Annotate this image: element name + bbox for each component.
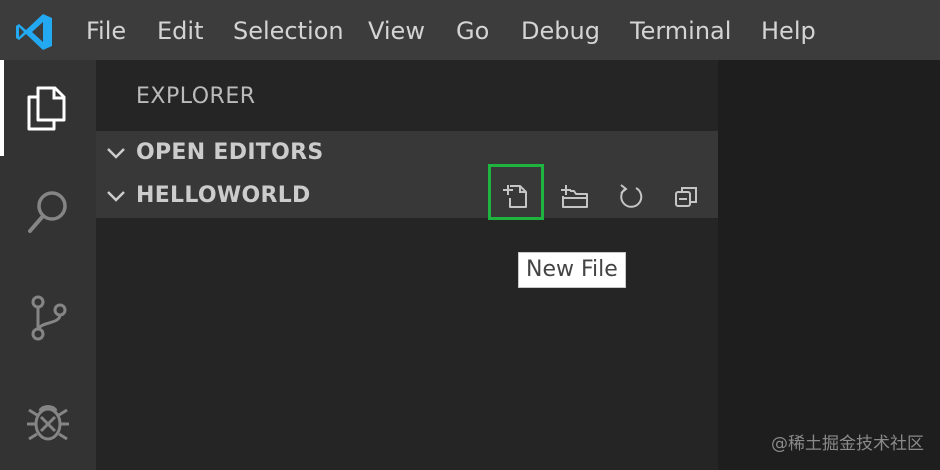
menu-bar: File Edit Selection View Go Debug Termin… bbox=[0, 0, 940, 60]
chevron-down-icon bbox=[107, 148, 125, 159]
menu-terminal[interactable]: Terminal bbox=[630, 14, 731, 48]
activity-source-control[interactable] bbox=[0, 270, 96, 366]
debug-icon bbox=[27, 405, 69, 441]
menu-file[interactable]: File bbox=[86, 14, 126, 48]
explorer-icon bbox=[27, 86, 66, 131]
sidebar-title: EXPLORER bbox=[136, 84, 256, 109]
source-control-icon bbox=[31, 295, 67, 341]
section-open-editors[interactable]: OPEN EDITORS bbox=[96, 131, 718, 175]
collapse-all-button[interactable] bbox=[666, 176, 706, 216]
activity-search[interactable] bbox=[0, 164, 96, 260]
activity-explorer[interactable] bbox=[0, 60, 96, 156]
refresh-icon bbox=[620, 184, 643, 208]
collapse-all-icon bbox=[675, 187, 697, 207]
new-folder-button[interactable] bbox=[554, 176, 594, 216]
menu-debug[interactable]: Debug bbox=[521, 14, 600, 48]
refresh-button[interactable] bbox=[610, 176, 650, 216]
editor-area bbox=[718, 60, 940, 470]
search-icon bbox=[28, 191, 67, 233]
activity-bar bbox=[0, 60, 96, 470]
new-file-icon bbox=[503, 185, 527, 208]
new-folder-icon bbox=[561, 185, 588, 208]
menu-help[interactable]: Help bbox=[761, 14, 816, 48]
section-helloworld[interactable]: HELLOWORLD bbox=[96, 164, 718, 220]
vscode-logo-icon bbox=[16, 14, 52, 50]
menu-view[interactable]: View bbox=[368, 14, 425, 48]
new-file-tooltip: New File bbox=[518, 252, 626, 288]
chevron-down-icon bbox=[107, 191, 125, 202]
section-label: HELLOWORLD bbox=[136, 183, 311, 208]
section-label: OPEN EDITORS bbox=[136, 140, 324, 165]
menu-selection[interactable]: Selection bbox=[233, 14, 344, 48]
new-file-button[interactable] bbox=[496, 176, 536, 216]
menu-go[interactable]: Go bbox=[456, 14, 489, 48]
activity-debug[interactable] bbox=[0, 374, 96, 470]
watermark: @稀土掘金技术社区 bbox=[771, 434, 924, 454]
menu-edit[interactable]: Edit bbox=[157, 14, 203, 48]
